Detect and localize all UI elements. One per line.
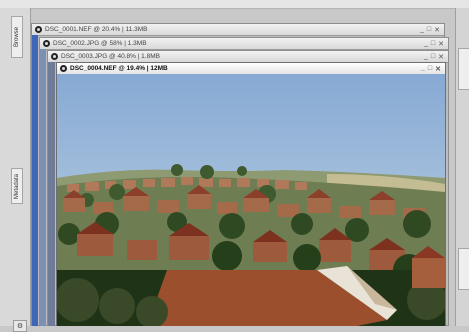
window-4-title: DSC_0004.NEF @ 19.4% | 12MB bbox=[70, 65, 168, 72]
maximize-button[interactable]: □ bbox=[427, 26, 431, 33]
maximize-button[interactable]: □ bbox=[428, 65, 432, 72]
window-1-edge bbox=[32, 35, 38, 326]
minimize-button[interactable]: _ bbox=[424, 53, 428, 60]
metadata-tab[interactable]: Metadata bbox=[11, 168, 23, 204]
app-icon bbox=[60, 65, 67, 72]
photo-canvas[interactable] bbox=[57, 74, 445, 326]
right-dock-tab-bottom[interactable] bbox=[458, 248, 469, 290]
minimize-button[interactable]: _ bbox=[421, 65, 425, 72]
window-1-title: DSC_0001.NEF @ 20.4% | 11.3MB bbox=[45, 26, 148, 33]
window-3-title: DSC_0003.JPG @ 40.8% | 1.8MB bbox=[61, 53, 160, 60]
app-icon bbox=[43, 40, 50, 47]
app-icon bbox=[35, 26, 42, 33]
close-button[interactable]: ✕ bbox=[434, 26, 440, 34]
window-1-titlebar[interactable]: DSC_0001.NEF @ 20.4% | 11.3MB _ □ ✕ bbox=[32, 24, 444, 36]
minimize-button[interactable]: _ bbox=[424, 40, 428, 47]
window-2-edge bbox=[40, 49, 46, 326]
close-button[interactable]: ✕ bbox=[438, 53, 444, 61]
browse-tab[interactable]: Browse bbox=[11, 16, 23, 58]
maximize-button[interactable]: □ bbox=[431, 53, 435, 60]
photo-image bbox=[57, 74, 445, 326]
left-dock-panel: Browse Metadata ⚙ bbox=[0, 8, 31, 332]
settings-icon[interactable]: ⚙ bbox=[13, 320, 27, 332]
window-2-titlebar[interactable]: DSC_0002.JPG @ 58% | 1.3MB _ □ ✕ bbox=[40, 38, 448, 50]
maximize-button[interactable]: □ bbox=[431, 40, 435, 47]
top-toolbar bbox=[0, 0, 469, 9]
close-button[interactable]: ✕ bbox=[435, 65, 441, 73]
right-dock-panel bbox=[455, 8, 469, 326]
window-3-edge bbox=[48, 62, 55, 326]
minimize-button[interactable]: _ bbox=[420, 26, 424, 33]
window-2-title: DSC_0002.JPG @ 58% | 1.3MB bbox=[53, 40, 147, 47]
document-window-4-active[interactable]: DSC_0004.NEF @ 19.4% | 12MB _ □ ✕ bbox=[56, 62, 446, 326]
app-icon bbox=[51, 53, 58, 60]
close-button[interactable]: ✕ bbox=[438, 40, 444, 48]
right-dock-tab-top[interactable] bbox=[458, 48, 469, 90]
